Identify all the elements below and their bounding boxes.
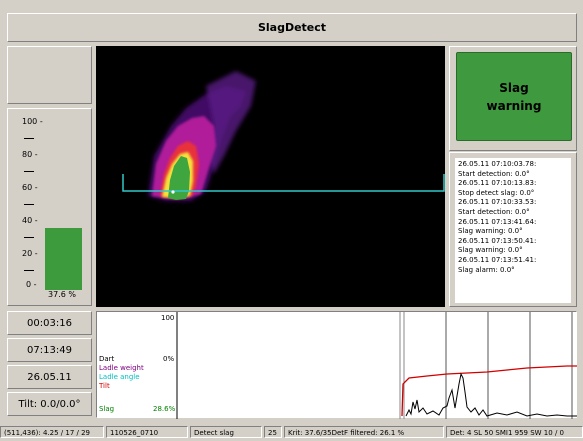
- event-log-list[interactable]: 26.05.11 07:10:03.78: Start detection: 0…: [455, 158, 571, 303]
- log-entry: 26.05.11 07:13:51.41:: [458, 255, 537, 264]
- thermal-image: [122, 71, 445, 201]
- status-mode: Detect slag: [190, 426, 262, 438]
- dart-series: [405, 372, 577, 417]
- warning-panel: Slag warning: [449, 46, 577, 151]
- gauge-tick-60: 60 -: [22, 183, 38, 192]
- slag-level-bar: [45, 228, 82, 290]
- log-entry: Slag warning: 0.0°: [458, 246, 523, 255]
- tilt-series: [401, 365, 577, 417]
- event-log-panel: 26.05.11 07:10:03.78: Start detection: 0…: [449, 152, 577, 307]
- gauge-tick-20: 20 -: [22, 249, 38, 258]
- gauge-tick-0: 0 -: [26, 280, 37, 289]
- trend-chart[interactable]: 100 Dart 0% Ladle weight Ladle angle Til…: [96, 311, 577, 419]
- elapsed-time-box: 00:03:16: [7, 311, 92, 335]
- gauge-tick-40: 40 -: [22, 216, 38, 225]
- slag-warning-indicator: Slag warning: [456, 52, 572, 141]
- gauge-tick-80: 80 -: [22, 150, 38, 159]
- title-bar: SlagDetect: [7, 13, 577, 42]
- log-entry: 26.05.11 07:13:41.64:: [458, 217, 537, 226]
- left-top-panel: [7, 46, 92, 104]
- gauge-minor-tick: [24, 204, 34, 205]
- gauge-minor-tick: [24, 171, 34, 172]
- status-coords: (511,436): 4.25 / 17 / 29: [0, 426, 104, 438]
- tilt-readout: Tilt: 0.0/0.0°: [18, 399, 81, 410]
- slag-percent-label: 37.6 %: [48, 290, 76, 299]
- thermal-camera-view[interactable]: [96, 46, 445, 307]
- log-entry: 26.05.11 07:10:13.83:: [458, 179, 537, 188]
- date-box: 26.05.11: [7, 365, 92, 389]
- gauge-tick-100: 100 -: [22, 117, 43, 126]
- log-entry: 26.05.11 07:10:33.53:: [458, 198, 537, 207]
- log-entry: Slag warning: 0.0°: [458, 227, 523, 236]
- current-date: 26.05.11: [27, 372, 72, 383]
- clock-time: 07:13:49: [27, 345, 72, 356]
- clock-time-box: 07:13:49: [7, 338, 92, 362]
- status-krit: Krit: 37.6/35DetF filtered: 26.1 %: [284, 426, 444, 438]
- log-entry: Start detection: 0.0°: [458, 169, 530, 178]
- status-bar: (511,436): 4.25 / 17 / 29 110526_0710 De…: [0, 424, 583, 441]
- status-count: 25: [264, 426, 282, 438]
- status-det: Det: 4 SL 50 SMI1 959 SW 10 / 0: [446, 426, 583, 438]
- tilt-box: Tilt: 0.0/0.0°: [7, 392, 92, 416]
- gauge-minor-tick: [24, 237, 34, 238]
- slag-gauge-panel: 100 - 80 - 60 - 40 - 20 - 0 - 37.6 %: [7, 108, 92, 306]
- trend-plot: [176, 312, 577, 419]
- log-entry: Start detection: 0.0°: [458, 207, 530, 216]
- app-title: SlagDetect: [257, 21, 327, 34]
- status-file: 110526_0710: [106, 426, 188, 438]
- gauge-minor-tick: [24, 270, 34, 271]
- gauge-minor-tick: [24, 138, 34, 139]
- warning-text: Slag warning: [486, 81, 542, 113]
- elapsed-time: 00:03:16: [27, 318, 72, 329]
- log-entry: 26.05.11 07:13:50.41:: [458, 236, 537, 245]
- log-entry: 26.05.11 07:10:03.78:: [458, 160, 537, 168]
- log-entry: Stop detect slag: 0.0°: [458, 188, 535, 197]
- slag-warning-label: Slag warning: [457, 79, 571, 115]
- log-entry: Slag alarm: 0.0°: [458, 265, 515, 274]
